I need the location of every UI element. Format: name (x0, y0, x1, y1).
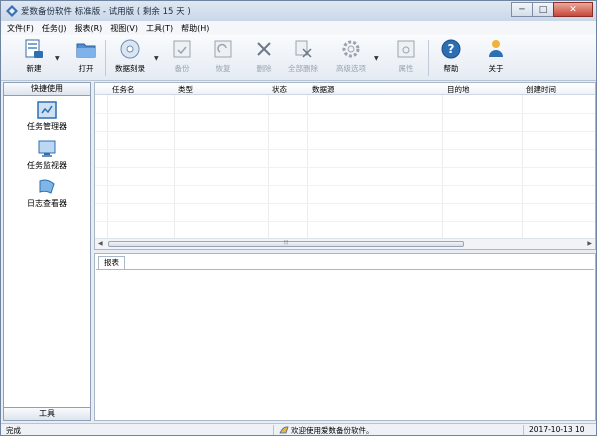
menu-report[interactable]: 报表(R) (74, 23, 102, 34)
column-destination[interactable]: 目的地 (447, 84, 470, 95)
help-button[interactable]: ? 帮助 (434, 38, 468, 78)
minimize-button[interactable]: ─ (511, 2, 533, 17)
log-viewer-icon (39, 179, 55, 194)
task-monitor-item[interactable]: 任务监视器 (4, 140, 90, 171)
status-separator (273, 425, 274, 435)
column-created-time[interactable]: 创建时间 (526, 84, 556, 95)
status-message: 欢迎使用爱数备份软件。 (291, 426, 374, 435)
toolbar-separator (105, 40, 106, 76)
scroll-thumb[interactable]: ⦙⦙⦙ (108, 239, 464, 247)
scroll-left-icon[interactable]: ◀ (98, 240, 103, 247)
burn-dropdown-arrow-icon[interactable]: ▼ (154, 55, 159, 62)
welcome-icon (279, 426, 289, 434)
properties-button[interactable]: 属性 (389, 38, 423, 78)
task-manager-icon (37, 101, 57, 119)
status-datetime: 2017-10-13 10 (529, 425, 585, 434)
row-divider (95, 149, 595, 150)
svg-text:?: ? (448, 42, 455, 56)
backup-icon (173, 40, 191, 58)
monitor-icon (38, 140, 56, 157)
toolbar: 新建 ▼ 打开 数据刻录 ▼ 备份 恢复 删除 全部删除 高级选项 ▼ 属性 ?… (1, 35, 596, 81)
advanced-dropdown-arrow-icon[interactable]: ▼ (374, 55, 379, 62)
task-table[interactable]: 任务名 类型 状态 数据源 目的地 创建时间 ◀ ⦙⦙⦙ ▶ (94, 82, 596, 250)
menu-task[interactable]: 任务(J) (42, 23, 67, 34)
horizontal-scrollbar[interactable]: ◀ ⦙⦙⦙ ▶ (95, 238, 595, 249)
new-document-icon (25, 39, 43, 58)
menu-view[interactable]: 视图(V) (110, 23, 138, 34)
column-data-source[interactable]: 数据源 (312, 84, 335, 95)
menu-file[interactable]: 文件(F) (7, 23, 34, 34)
log-viewer-item[interactable]: 日志查看器 (4, 178, 90, 209)
row-divider (95, 131, 595, 132)
column-type[interactable]: 类型 (178, 84, 193, 95)
folder-open-icon (76, 43, 96, 58)
menu-bar: 文件(F) 任务(J) 报表(R) 视图(V) 工具(T) 帮助(H) (1, 21, 596, 35)
new-button[interactable]: 新建 (17, 38, 51, 78)
properties-icon (397, 40, 415, 58)
about-button[interactable]: 关于 (479, 38, 513, 78)
menu-help[interactable]: 帮助(H) (181, 23, 209, 34)
status-separator (523, 425, 524, 435)
row-divider (95, 203, 595, 204)
menu-tools[interactable]: 工具(T) (146, 23, 173, 34)
quick-access-header[interactable]: 快捷使用 (4, 83, 90, 96)
scroll-grip-icon: ⦙⦙⦙ (284, 239, 289, 246)
restore-icon (214, 40, 232, 58)
delete-x-icon (257, 42, 271, 56)
quick-access-panel: 快捷使用 任务管理器 任务监视器 日志查看器 工具 (3, 82, 91, 421)
row-divider (95, 185, 595, 186)
scroll-right-icon[interactable]: ▶ (587, 240, 592, 247)
window-controls: ─ □ ✕ (511, 2, 593, 17)
column-task-name[interactable]: 任务名 (112, 84, 135, 95)
report-panel: 报表 (94, 253, 596, 421)
status-bar: 完成 欢迎使用爱数备份软件。 2017-10-13 10 (1, 423, 596, 435)
maximize-button[interactable]: □ (532, 2, 554, 17)
title-bar[interactable]: 爱数备份软件 标准版 - 试用版 ( 剩余 15 天 ) ─ □ ✕ (1, 1, 596, 21)
status-text: 完成 (6, 426, 21, 435)
app-window: 爱数备份软件 标准版 - 试用版 ( 剩余 15 天 ) ─ □ ✕ 文件(F)… (0, 0, 597, 436)
row-divider (95, 167, 595, 168)
gear-icon (342, 40, 360, 58)
delete-button[interactable]: 删除 (247, 38, 281, 78)
row-divider (95, 113, 595, 114)
help-question-icon: ? (441, 39, 461, 59)
delete-all-icon (295, 40, 312, 58)
toolbar-separator (428, 40, 429, 76)
open-button[interactable]: 打开 (69, 38, 103, 78)
restore-button[interactable]: 恢复 (206, 38, 240, 78)
data-burn-button[interactable]: 数据刻录 (113, 38, 147, 78)
new-dropdown-arrow-icon[interactable]: ▼ (55, 55, 60, 62)
window-title: 爱数备份软件 标准版 - 试用版 ( 剩余 15 天 ) (21, 7, 191, 17)
table-header: 任务名 类型 状态 数据源 目的地 创建时间 (95, 83, 595, 95)
tools-header[interactable]: 工具 (4, 407, 90, 420)
advanced-options-button[interactable]: 高级选项 (334, 38, 368, 78)
close-button[interactable]: ✕ (553, 2, 593, 17)
task-manager-item[interactable]: 任务管理器 (4, 101, 90, 132)
backup-button[interactable]: 备份 (165, 38, 199, 78)
app-logo-icon (6, 5, 18, 17)
row-divider (95, 221, 595, 222)
report-content[interactable] (96, 269, 594, 419)
disc-icon (120, 39, 140, 59)
column-status[interactable]: 状态 (272, 84, 287, 95)
delete-all-button[interactable]: 全部删除 (286, 38, 320, 78)
user-info-icon (489, 40, 503, 57)
tab-report[interactable]: 报表 (98, 256, 125, 269)
